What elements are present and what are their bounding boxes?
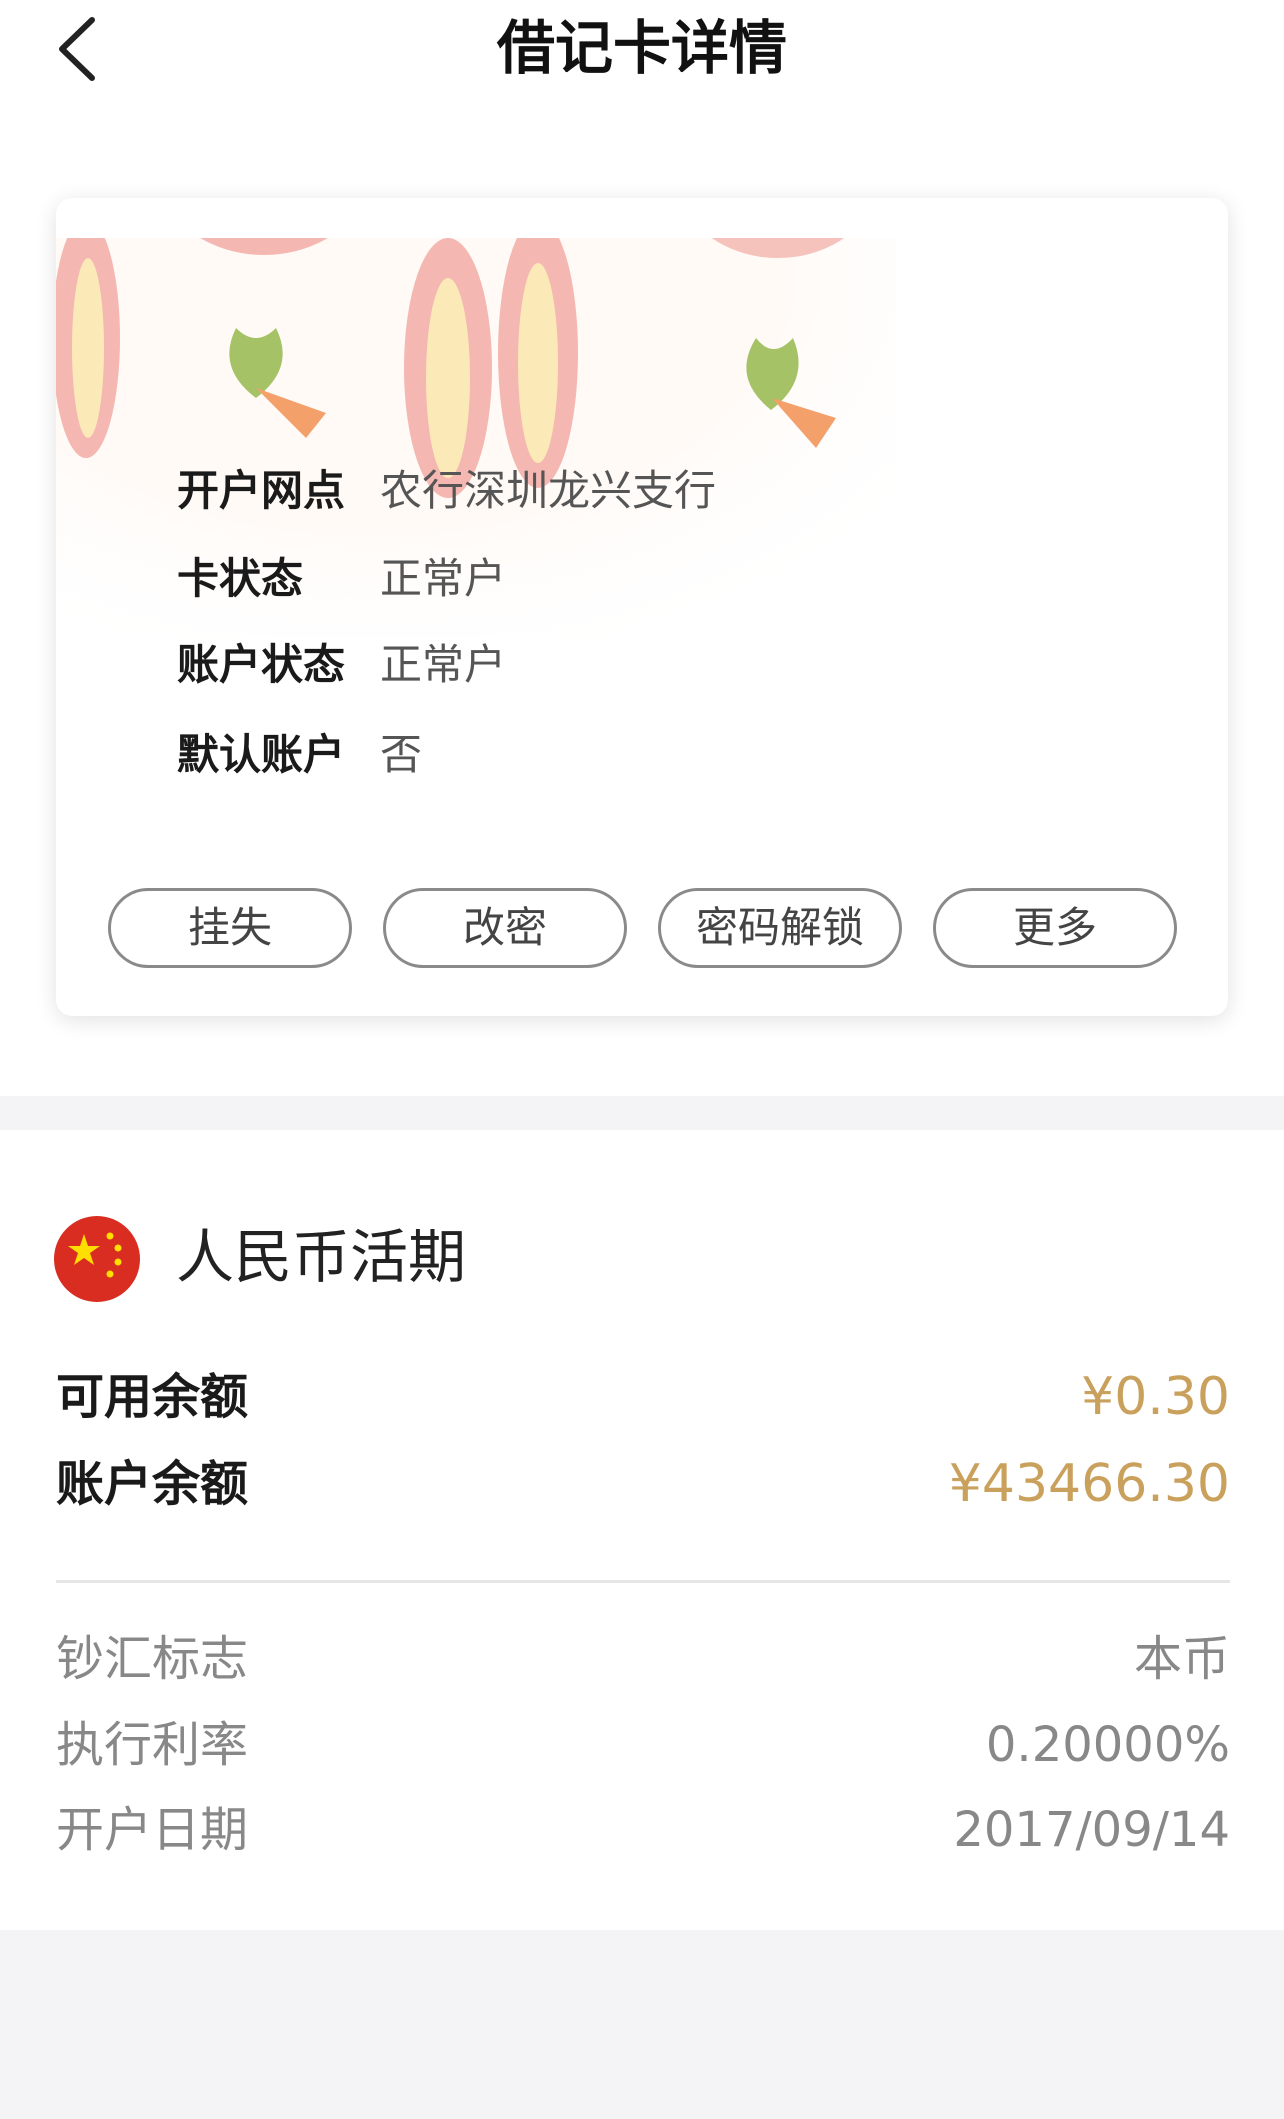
report-loss-button[interactable]: 挂失: [108, 888, 352, 968]
section-divider: [0, 1096, 1284, 1130]
detail-row-interest-rate: 执行利率 0.20000%: [56, 1717, 1230, 1773]
available-balance-value: ¥0.30: [1081, 1367, 1230, 1427]
account-type-title: 人民币活期: [176, 1223, 467, 1291]
page-title: 借记卡详情: [496, 14, 787, 82]
unlock-password-button[interactable]: 密码解锁: [658, 888, 902, 968]
account-balance-value: ¥43466.30: [948, 1454, 1230, 1514]
info-row-default-account: 默认账户否: [177, 730, 423, 779]
top-bar: 借记卡详情: [0, 0, 1284, 100]
china-flag-icon: [54, 1216, 140, 1302]
info-row-card-status: 卡状态 正常户: [177, 554, 507, 603]
divider-line: [56, 1580, 1230, 1583]
info-row-account-status: 账户状态 正常户: [177, 640, 507, 689]
detail-row-currency-flag: 钞汇标志 本币: [56, 1631, 1230, 1687]
account-balance-row: 账户余额 ¥43466.30: [56, 1454, 1230, 1514]
available-balance-row: 可用余额 ¥0.30: [56, 1367, 1230, 1427]
change-password-button[interactable]: 改密: [383, 888, 627, 968]
detail-row-open-date: 开户日期 2017/09/14: [56, 1802, 1230, 1858]
bottom-background: [0, 1930, 1284, 2119]
info-row-branch: 开户网点 农行深圳龙兴支行: [177, 466, 717, 515]
more-button[interactable]: 更多: [933, 888, 1177, 968]
